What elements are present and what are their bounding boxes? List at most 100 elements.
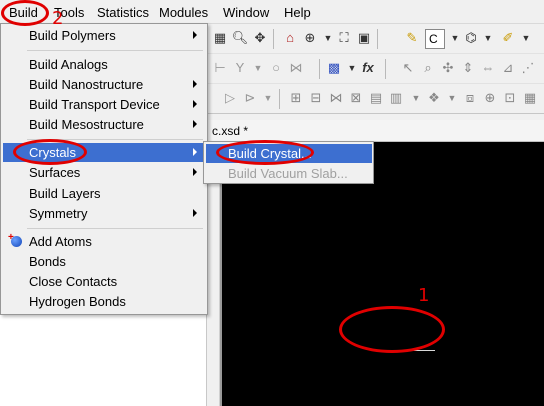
toolbar-separator bbox=[273, 29, 274, 49]
dropdown-arrow-icon[interactable]: ▼ bbox=[249, 59, 267, 77]
document-tab[interactable]: c.xsd * bbox=[207, 120, 544, 142]
play-icon[interactable]: ▷ bbox=[221, 89, 239, 107]
submenu-arrow-icon bbox=[193, 120, 197, 128]
tool-icon[interactable]: ▦ bbox=[211, 29, 229, 47]
tool-icon[interactable]: ⋰ bbox=[519, 59, 537, 77]
hierarchy-icon[interactable]: ⊞ bbox=[287, 89, 305, 107]
menu-item-hydrogen-bonds[interactable]: Hydrogen Bonds bbox=[3, 292, 205, 311]
element-combo[interactable]: C bbox=[425, 29, 445, 49]
move-icon[interactable]: ✥ bbox=[251, 29, 269, 47]
submenu-arrow-icon bbox=[193, 31, 197, 39]
menu-item-surfaces[interactable]: Surfaces bbox=[3, 163, 205, 182]
menu-item-label: Build Mesostructure bbox=[29, 117, 144, 132]
submenu-arrow-icon bbox=[193, 209, 197, 217]
connect-icon[interactable]: ⋈ bbox=[327, 89, 345, 107]
toolbar-separator bbox=[319, 59, 320, 79]
dropdown-arrow-icon[interactable]: ▼ bbox=[479, 29, 497, 47]
dropdown-arrow-icon[interactable]: ▼ bbox=[259, 89, 277, 107]
menu-item-label: Build Analogs bbox=[29, 57, 108, 72]
submenu-arrow-icon bbox=[193, 168, 197, 176]
menu-modules[interactable]: Modules bbox=[159, 5, 208, 20]
menu-item-build-polymers[interactable]: Build Polymers bbox=[3, 26, 205, 45]
crosshair-icon[interactable]: ⊕ bbox=[481, 89, 499, 107]
home-icon[interactable]: ⌂ bbox=[281, 29, 299, 47]
annotation-circle-build-crystal bbox=[216, 140, 314, 165]
menu-item-symmetry[interactable]: Symmetry bbox=[3, 204, 205, 223]
annotation-circle-crystals bbox=[13, 139, 87, 165]
measure-icon[interactable]: ⊿ bbox=[499, 59, 517, 77]
menu-item-label: Surfaces bbox=[29, 165, 81, 180]
chain-icon[interactable]: ⋈ bbox=[287, 59, 305, 77]
submenu-item-label: Build Vacuum Slab... bbox=[228, 166, 348, 181]
layout-icon[interactable]: ▤ bbox=[367, 89, 385, 107]
menu-separator bbox=[27, 228, 203, 229]
pen-icon[interactable]: ✐ bbox=[499, 29, 517, 47]
menu-separator bbox=[27, 50, 203, 51]
dropdown-arrow-icon[interactable]: ▼ bbox=[517, 29, 535, 47]
lattice-icon[interactable]: ▥ bbox=[387, 89, 405, 107]
toolbar-row-2: ⊢ Y ▼ ○ ⋈ ▩ ▼ fx ↖ ⌕ ✣ ⇕ ⇔ ⊿ ⋰ bbox=[207, 54, 544, 84]
menu-item-build-transport-device[interactable]: Build Transport Device bbox=[3, 95, 205, 114]
snapshot-icon[interactable]: ▣ bbox=[355, 29, 373, 47]
menu-window[interactable]: Window bbox=[223, 5, 269, 20]
function-icon[interactable]: fx bbox=[359, 59, 377, 77]
split-icon[interactable]: ⊠ bbox=[347, 89, 365, 107]
dropdown-arrow-icon[interactable]: ▼ bbox=[407, 89, 425, 107]
menu-item-label: Symmetry bbox=[29, 206, 88, 221]
magnify-icon[interactable]: ⌕ bbox=[419, 59, 437, 77]
select-arrow-icon[interactable]: ↖ bbox=[399, 59, 417, 77]
ring-icon[interactable]: ○ bbox=[267, 59, 285, 77]
toolbar-separator bbox=[377, 29, 378, 49]
menu-item-build-mesostructure[interactable]: Build Mesostructure bbox=[3, 115, 205, 134]
translate-icon[interactable]: ⇕ bbox=[459, 59, 477, 77]
menu-item-label: Bonds bbox=[29, 254, 66, 269]
menu-item-label: Build Transport Device bbox=[29, 97, 160, 112]
pencil-icon[interactable]: ✎ bbox=[403, 29, 421, 47]
align-icon[interactable]: ⊟ bbox=[307, 89, 325, 107]
menu-item-build-analogs[interactable]: Build Analogs bbox=[3, 55, 205, 74]
annotation-circle-build bbox=[1, 0, 49, 26]
add-atom-icon bbox=[11, 236, 22, 247]
build-menu: Build Polymers Build Analogs Build Nanos… bbox=[0, 23, 208, 315]
rotate-icon[interactable]: ✣ bbox=[439, 59, 457, 77]
menu-item-label: Build Polymers bbox=[29, 28, 116, 43]
dropdown-arrow-icon[interactable]: ▼ bbox=[443, 89, 461, 107]
menu-item-add-atoms[interactable]: + Add Atoms bbox=[3, 232, 205, 251]
target-icon[interactable]: ⊕ bbox=[301, 29, 319, 47]
fork-icon[interactable]: Y bbox=[231, 59, 249, 77]
link-icon[interactable]: ⊢ bbox=[211, 59, 229, 77]
menu-item-build-layers[interactable]: Build Layers bbox=[3, 184, 205, 203]
submenu-arrow-icon bbox=[193, 148, 197, 156]
toolbar-separator bbox=[279, 89, 280, 109]
menu-bar: Build Tools Statistics Modules Window He… bbox=[0, 0, 544, 24]
menu-item-label: Hydrogen Bonds bbox=[29, 294, 126, 309]
plot-icon[interactable]: ⊡ bbox=[501, 89, 519, 107]
submenu-arrow-icon bbox=[193, 100, 197, 108]
document-tab-title: c.xsd * bbox=[212, 124, 249, 138]
menu-item-close-contacts[interactable]: Close Contacts bbox=[3, 272, 205, 291]
box-icon[interactable]: ⧈ bbox=[461, 89, 479, 107]
menu-statistics[interactable]: Statistics bbox=[97, 5, 149, 20]
submenu-arrow-icon bbox=[193, 80, 197, 88]
chart-icon[interactable]: ▦ bbox=[521, 89, 539, 107]
menu-item-label: Add Atoms bbox=[29, 234, 92, 249]
menu-item-label: Close Contacts bbox=[29, 274, 118, 289]
toolbar-separator bbox=[385, 59, 386, 79]
zoom-icon[interactable]: 🔍︎ bbox=[231, 29, 249, 47]
toolbar-area: ▦ 🔍︎ ✥ ⌂ ⊕ ▼ ⛶ ▣ ✎ C ▼ ⌬ ▼ ✐ ▼ ⊢ Y ▼ ○ ⋈… bbox=[207, 24, 544, 120]
menu-item-label: Build Layers bbox=[29, 186, 101, 201]
step-icon[interactable]: ⊳ bbox=[241, 89, 259, 107]
submenu-item-build-vacuum-slab: Build Vacuum Slab... bbox=[206, 164, 372, 183]
scale-icon[interactable]: ⇔ bbox=[479, 59, 497, 77]
bond-icon[interactable]: ⌬ bbox=[462, 29, 480, 47]
symmetry-icon[interactable]: ❖ bbox=[425, 89, 443, 107]
toolbar-row-1: ▦ 🔍︎ ✥ ⌂ ⊕ ▼ ⛶ ▣ ✎ C ▼ ⌬ ▼ ✐ ▼ bbox=[207, 24, 544, 54]
menu-help[interactable]: Help bbox=[284, 5, 311, 20]
menu-item-bonds[interactable]: Bonds bbox=[3, 252, 205, 271]
menu-item-build-nanostructure[interactable]: Build Nanostructure bbox=[3, 75, 205, 94]
fit-icon[interactable]: ⛶ bbox=[335, 29, 353, 47]
annotation-number-2: 2 bbox=[52, 8, 64, 29]
annotation-circle-lattice bbox=[339, 306, 445, 353]
grid-icon[interactable]: ▩ bbox=[325, 59, 343, 77]
toolbar-row-3: ▷ ⊳ ▼ ⊞ ⊟ ⋈ ⊠ ▤ ▥ ▼ ❖ ▼ ⧈ ⊕ ⊡ ▦ bbox=[207, 84, 544, 114]
